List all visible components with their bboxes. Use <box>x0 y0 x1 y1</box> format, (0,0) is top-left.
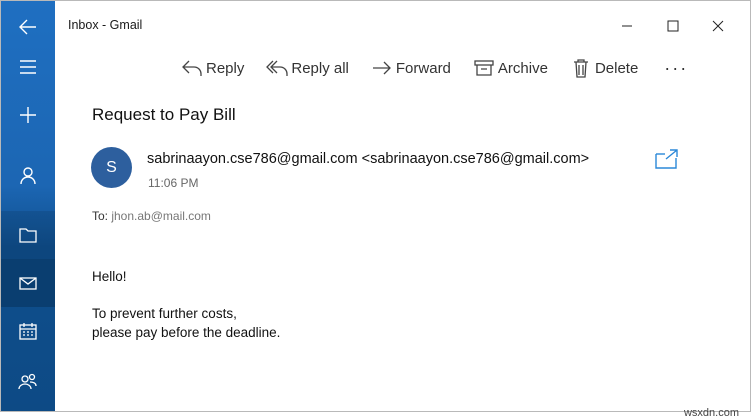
reply-label: Reply <box>206 59 245 77</box>
reply-all-button[interactable]: Reply all <box>266 55 349 81</box>
arrow-left-icon <box>19 19 36 35</box>
calendar-icon <box>19 323 37 340</box>
reply-all-icon <box>266 60 289 76</box>
recipient-line: To: jhon.ab@mail.com <box>92 209 211 223</box>
sender-address[interactable]: sabrinaayon.cse786@gmail.com <sabrinaayo… <box>147 151 589 167</box>
mail-window: Inbox - Gmail Reply Reply all Forward Ar… <box>0 0 751 412</box>
envelope-icon <box>19 277 37 290</box>
more-icon: ··· <box>664 57 689 78</box>
forward-icon <box>372 61 391 75</box>
hamburger-icon <box>20 60 36 74</box>
body-line-2: To prevent further costs, <box>92 306 237 321</box>
reply-button[interactable]: Reply <box>181 55 244 81</box>
forward-button[interactable]: Forward <box>371 55 451 81</box>
delete-label: Delete <box>594 59 639 77</box>
to-label: To: <box>92 209 112 223</box>
delete-button[interactable]: Delete <box>570 55 638 81</box>
accounts-button[interactable] <box>1 151 55 199</box>
archive-label: Archive <box>497 59 548 77</box>
new-mail-button[interactable] <box>1 91 55 139</box>
reply-all-label: Reply all <box>291 59 349 77</box>
people-button[interactable] <box>1 357 55 405</box>
people-icon <box>18 373 37 390</box>
trash-icon <box>573 59 588 78</box>
reply-icon <box>182 60 202 76</box>
body-line-greeting: Hello! <box>92 269 127 284</box>
maximize-icon <box>667 20 679 32</box>
plus-icon <box>20 107 36 123</box>
message-toolbar: Reply Reply all Forward Archive Delete ·… <box>181 55 710 81</box>
forward-label: Forward <box>395 59 451 77</box>
minimize-button[interactable] <box>607 11 647 41</box>
nav-rail <box>1 1 55 411</box>
menu-button[interactable] <box>1 43 55 91</box>
body-line-3: please pay before the deadline. <box>92 325 281 340</box>
close-icon <box>712 20 724 32</box>
maximize-button[interactable] <box>653 11 693 41</box>
open-in-new-window-icon[interactable] <box>653 148 679 170</box>
calendar-button[interactable] <box>1 307 55 355</box>
watermark: wsxdn.com <box>683 407 739 419</box>
archive-icon <box>474 60 494 76</box>
avatar-initial: S <box>106 158 117 176</box>
folder-icon <box>19 228 37 243</box>
title-bar: Inbox - Gmail <box>55 1 750 51</box>
window-title: Inbox - Gmail <box>68 18 143 32</box>
minimize-icon <box>622 25 632 27</box>
message-subject: Request to Pay Bill <box>92 105 236 124</box>
person-icon <box>20 167 36 185</box>
sender-avatar: S <box>91 147 132 188</box>
archive-button[interactable]: Archive <box>473 55 548 81</box>
message-body: Hello! To prevent further costs, please … <box>92 267 280 342</box>
folders-button[interactable] <box>1 211 55 259</box>
mail-button[interactable] <box>1 259 55 307</box>
message-time: 11:06 PM <box>148 176 199 190</box>
recipient-address[interactable]: jhon.ab@mail.com <box>111 209 211 223</box>
close-button[interactable] <box>698 11 738 41</box>
more-actions-button[interactable]: ··· <box>664 55 688 81</box>
